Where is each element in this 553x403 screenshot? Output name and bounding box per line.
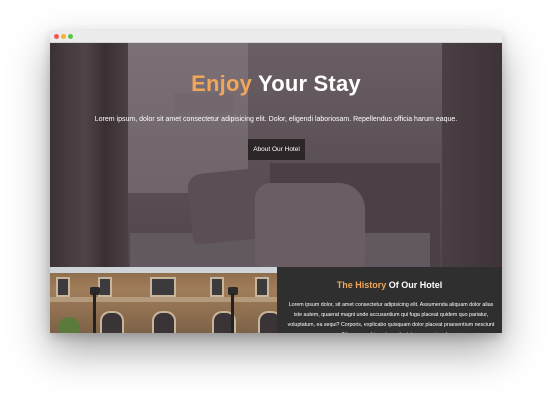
history-description: Lorem ipsum dolor, sit amet consectetur … [287, 302, 495, 333]
about-hotel-button[interactable]: About Our Hotel [248, 139, 305, 160]
maximize-window-icon[interactable] [68, 34, 73, 39]
history-title-accent: The History [336, 280, 387, 290]
history-title-rest: Of Our Hotel [388, 280, 443, 290]
hero-title: Enjoy Your Stay [50, 71, 502, 97]
close-window-icon[interactable] [54, 34, 59, 39]
hero-title-accent: Enjoy [191, 71, 253, 96]
history-section: The History Of Our Hotel Lorem ipsum dol… [50, 267, 502, 333]
hero-description: Lorem ipsum, dolor sit amet consectetur … [94, 116, 458, 123]
browser-window: Enjoy Your Stay Lorem ipsum, dolor sit a… [50, 31, 502, 333]
hero-title-rest: Your Stay [257, 71, 361, 96]
hotel-building-image [50, 267, 277, 333]
history-title: The History Of Our Hotel [277, 280, 502, 290]
minimize-window-icon[interactable] [61, 34, 66, 39]
hero-section: Enjoy Your Stay Lorem ipsum, dolor sit a… [50, 43, 502, 267]
window-titlebar [50, 31, 502, 43]
